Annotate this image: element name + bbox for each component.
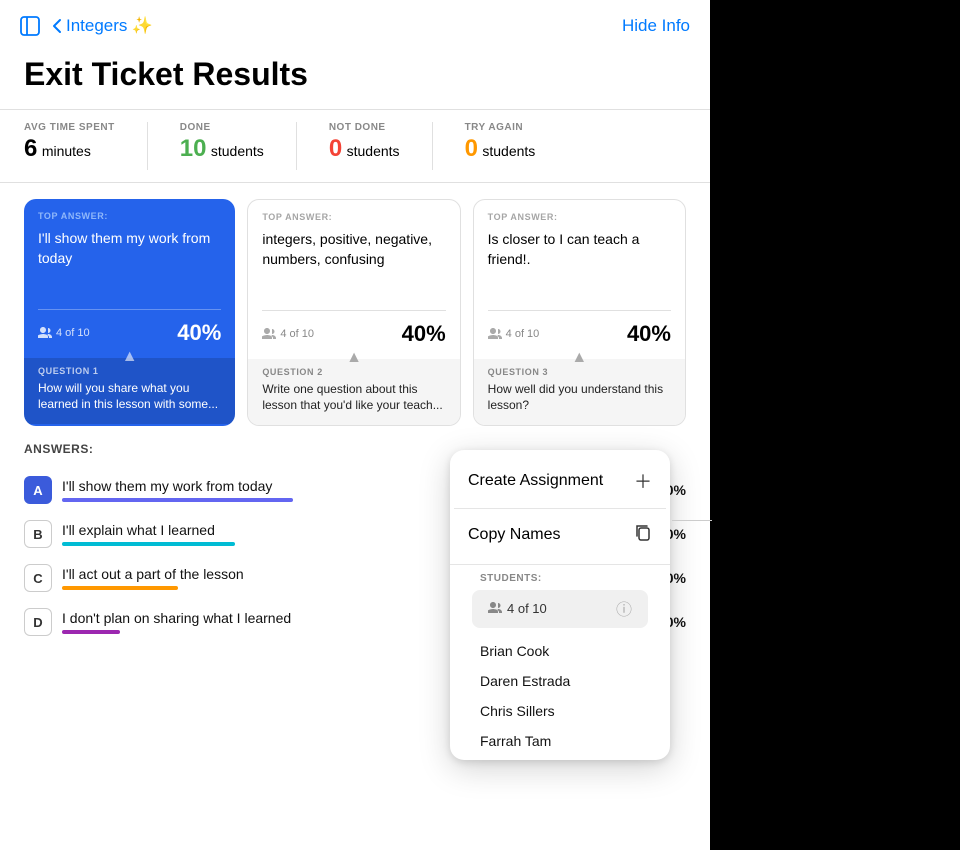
sidebar-toggle-icon[interactable] xyxy=(16,12,44,40)
hide-info-button[interactable]: Hide Info xyxy=(622,16,690,36)
try-again-value: 0 xyxy=(465,135,478,162)
answer-letter-a: A xyxy=(24,476,52,504)
answer-letter-c: C xyxy=(24,564,52,592)
students-count: 4 of 10 xyxy=(507,601,547,616)
stat-avg-time: AVG TIME SPENT 6 minutes xyxy=(24,122,115,163)
info-circle-icon[interactable]: ⓘ xyxy=(616,596,632,620)
done-value: 10 xyxy=(180,135,207,162)
q1-top-answer: I'll show them my work from today xyxy=(38,229,221,268)
q2-top-label: TOP ANSWER: xyxy=(262,212,445,222)
q1-pct: 40% xyxy=(177,320,221,346)
question-card-3[interactable]: TOP ANSWER: Is closer to I can teach a f… xyxy=(473,199,686,426)
q3-footer-label: QUESTION 3 xyxy=(488,367,671,377)
stat-divider-3 xyxy=(432,122,433,170)
avg-time-unit: minutes xyxy=(42,143,91,159)
q2-top-answer: integers, positive, negative, numbers, c… xyxy=(262,230,445,269)
q1-caret: ▲ xyxy=(122,348,138,366)
students-subsection: STUDENTS: 4 of 10 ⓘ Brian Cook Daren Est… xyxy=(450,564,670,756)
q3-top-answer: Is closer to I can teach a friend!. xyxy=(488,230,671,269)
answer-letter-d: D xyxy=(24,608,52,636)
copy-names-item[interactable]: Copy Names xyxy=(450,509,670,560)
q2-footer-text: Write one question about this lesson tha… xyxy=(262,381,445,413)
question-card-1[interactable]: TOP ANSWER: I'll show them my work from … xyxy=(24,199,235,426)
not-done-value: 0 xyxy=(329,135,342,162)
answer-bar-a xyxy=(62,498,293,502)
stat-try-again: TRY AGAIN 0 students xyxy=(465,122,536,163)
sparkle-icon: ✨ xyxy=(131,16,152,36)
student-name-3: Chris Sillers xyxy=(464,696,656,726)
create-assignment-label: Create Assignment xyxy=(468,472,603,490)
q2-footer-label: QUESTION 2 xyxy=(262,367,445,377)
breadcrumb-label: Integers xyxy=(66,16,127,36)
stat-divider-1 xyxy=(147,122,148,170)
stat-divider-2 xyxy=(296,122,297,170)
q2-count: 4 of 10 xyxy=(262,328,314,340)
question-cards: TOP ANSWER: I'll show them my work from … xyxy=(0,183,710,426)
stat-not-done: NOT DONE 0 students xyxy=(329,122,400,163)
q1-footer-text: How will you share what you learned in t… xyxy=(38,380,221,412)
popup-menu: Create Assignment ＋ Copy Names STUDENTS:… xyxy=(450,450,670,760)
breadcrumb-back[interactable]: Integers ✨ xyxy=(52,16,153,36)
stats-bar: AVG TIME SPENT 6 minutes DONE 10 student… xyxy=(0,109,710,183)
stat-done: DONE 10 students xyxy=(180,122,264,163)
q3-caret: ▲ xyxy=(571,349,587,367)
done-label: DONE xyxy=(180,122,264,133)
q3-footer-text: How well did you understand this lesson? xyxy=(488,381,671,413)
q3-count: 4 of 10 xyxy=(488,328,540,340)
avg-time-label: AVG TIME SPENT xyxy=(24,122,115,133)
q3-top-label: TOP ANSWER: xyxy=(488,212,671,222)
question-card-2[interactable]: TOP ANSWER: integers, positive, negative… xyxy=(247,199,460,426)
create-assignment-item[interactable]: Create Assignment ＋ xyxy=(450,454,670,508)
top-bar: Integers ✨ Hide Info xyxy=(0,0,710,48)
done-unit: students xyxy=(211,143,264,159)
copy-names-label: Copy Names xyxy=(468,526,560,544)
answer-bar-d xyxy=(62,630,120,634)
students-count-row: 4 of 10 ⓘ xyxy=(472,590,648,628)
q3-pct: 40% xyxy=(627,321,671,347)
not-done-label: NOT DONE xyxy=(329,122,400,133)
not-done-unit: students xyxy=(347,143,400,159)
answer-bar-b xyxy=(62,542,235,546)
top-bar-left: Integers ✨ xyxy=(16,12,153,40)
student-name-2: Daren Estrada xyxy=(464,666,656,696)
answer-bar-c xyxy=(62,586,178,590)
try-again-label: TRY AGAIN xyxy=(465,122,536,133)
page-title: Exit Ticket Results xyxy=(0,48,710,109)
students-label: STUDENTS: xyxy=(464,573,656,590)
plus-icon: ＋ xyxy=(634,468,652,494)
answer-letter-b: B xyxy=(24,520,52,548)
students-count-text: 4 of 10 xyxy=(488,601,547,616)
q1-top-label: TOP ANSWER: xyxy=(38,211,221,221)
student-name-1: Brian Cook xyxy=(464,636,656,666)
popup-container: Create Assignment ＋ Copy Names STUDENTS:… xyxy=(450,450,670,760)
q1-count: 4 of 10 xyxy=(38,327,90,339)
copy-icon xyxy=(634,523,652,546)
q2-pct: 40% xyxy=(402,321,446,347)
try-again-unit: students xyxy=(482,143,535,159)
connector-line xyxy=(672,520,712,521)
student-name-4: Farrah Tam xyxy=(464,726,656,756)
q2-caret: ▲ xyxy=(346,349,362,367)
avg-time-value: 6 xyxy=(24,135,37,162)
q1-footer-label: QUESTION 1 xyxy=(38,366,221,376)
